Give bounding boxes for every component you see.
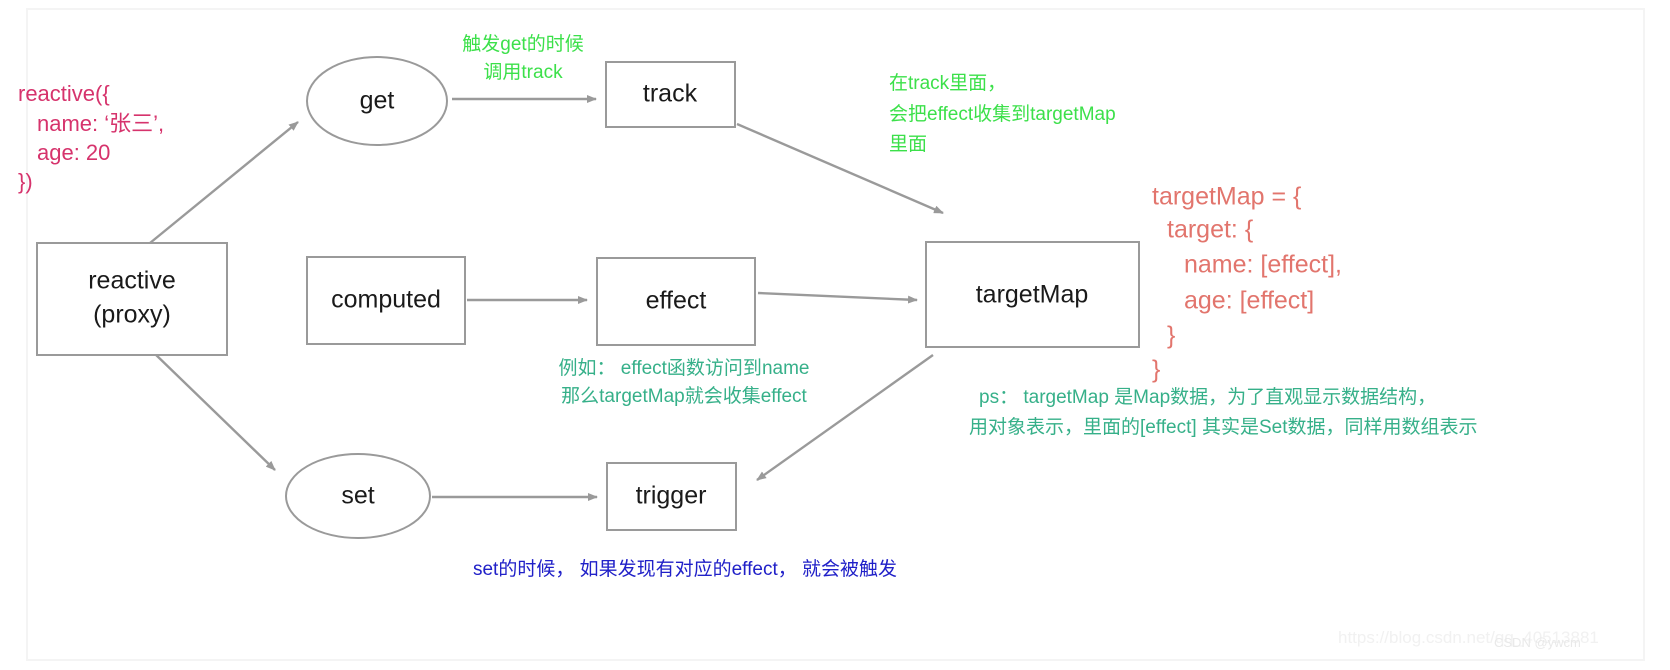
node-set-label: set [341, 482, 374, 510]
track-to-targetmap-line-3: 里面 [889, 134, 927, 155]
node-track-label: track [643, 80, 698, 108]
ps-note-line-1: ps： targetMap 是Map数据，为了直观显示数据结构， [979, 386, 1436, 408]
targetmap-code-line-3: name: [effect], [1184, 251, 1342, 279]
node-set[interactable]: set [285, 453, 431, 539]
node-track[interactable]: track [605, 61, 736, 128]
ps-note-line-2: 用对象表示，里面的[effect] 其实是Set数据，同样用数组表示 [969, 416, 1477, 438]
annotation-targetmap-code: targetMap = { target: { name: [effect], … [1152, 183, 1342, 384]
targetmap-code-line-4: age: [effect] [1184, 287, 1314, 315]
reactive-code-line-4: }) [18, 169, 33, 194]
reactive-code-line-2: name: ‘张三’, [37, 111, 164, 136]
watermark-tag: CSDN @ywcm [1494, 635, 1581, 650]
node-computed[interactable]: computed [306, 256, 466, 345]
effect-note-line-2: 那么targetMap就会收集effect [561, 385, 807, 407]
edge-reactive-to-get [149, 121, 299, 244]
reactive-code-line-1: reactive({ [18, 81, 110, 106]
node-trigger-label: trigger [636, 482, 707, 510]
annotation-set-note: set的时候， 如果发现有对应的effect， 就会被触发 [473, 558, 897, 580]
node-computed-label: computed [331, 286, 441, 314]
reactive-code-line-3: age: 20 [37, 140, 110, 165]
node-get[interactable]: get [306, 56, 448, 146]
node-reactive-label-line1: reactive [88, 267, 176, 295]
node-reactive-shape[interactable] [36, 242, 228, 356]
targetmap-code-line-6: } [1152, 356, 1160, 384]
targetmap-code-line-5: } [1167, 322, 1175, 350]
watermark-group: https://blog.csdn.net/qq_40513881 CSDN @… [1338, 628, 1599, 650]
annotation-reactive-code: reactive({ name: ‘张三’, age: 20 }) [18, 81, 164, 194]
edges-group [149, 95, 944, 501]
annotation-get-to-track: 触发get的时候 调用track [462, 33, 583, 83]
node-effect-label: effect [646, 287, 707, 315]
node-targetmap[interactable]: targetMap [925, 241, 1140, 348]
node-targetmap-label: targetMap [976, 281, 1089, 309]
annotation-track-to-targetmap: 在track里面， 会把effect收集到targetMap 里面 [889, 72, 1116, 155]
track-to-targetmap-line-1: 在track里面， [889, 72, 1006, 94]
node-effect[interactable]: effect [596, 257, 756, 346]
diagram-canvas: reactive (proxy) get track computed effe… [18, 8, 1645, 661]
node-get-label: get [360, 87, 395, 115]
targetmap-code-line-1: targetMap = { [1152, 183, 1301, 211]
effect-note-line-1: 例如： effect函数访问到name [559, 357, 810, 379]
get-to-track-line-1: 触发get的时候 [462, 33, 583, 55]
node-reactive[interactable]: reactive (proxy) [36, 242, 228, 356]
annotation-effect-note: 例如： effect函数访问到name 那么targetMap就会收集effec… [559, 357, 810, 407]
targetmap-code-line-2: target: { [1167, 216, 1253, 244]
annotation-ps-note: ps： targetMap 是Map数据，为了直观显示数据结构， 用对象表示，里… [969, 386, 1477, 438]
edge-effect-to-targetmap [757, 291, 918, 304]
node-reactive-label-line2: (proxy) [93, 301, 171, 329]
node-trigger[interactable]: trigger [606, 462, 737, 531]
set-note-line-1: set的时候， 如果发现有对应的effect， 就会被触发 [473, 558, 897, 580]
track-to-targetmap-line-2: 会把effect收集到targetMap [889, 103, 1116, 125]
get-to-track-line-2: 调用track [483, 61, 563, 83]
edge-reactive-to-set [152, 351, 276, 471]
